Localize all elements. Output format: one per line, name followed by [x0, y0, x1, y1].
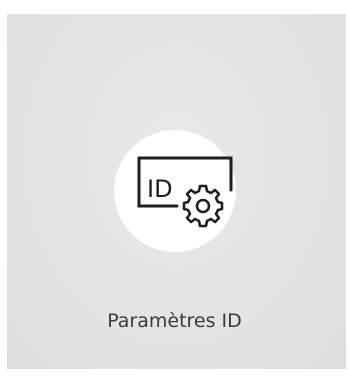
id-icon-text: ID — [147, 175, 173, 203]
id-settings-icon: ID — [114, 130, 236, 252]
tile-label: Paramètres ID — [107, 310, 242, 332]
